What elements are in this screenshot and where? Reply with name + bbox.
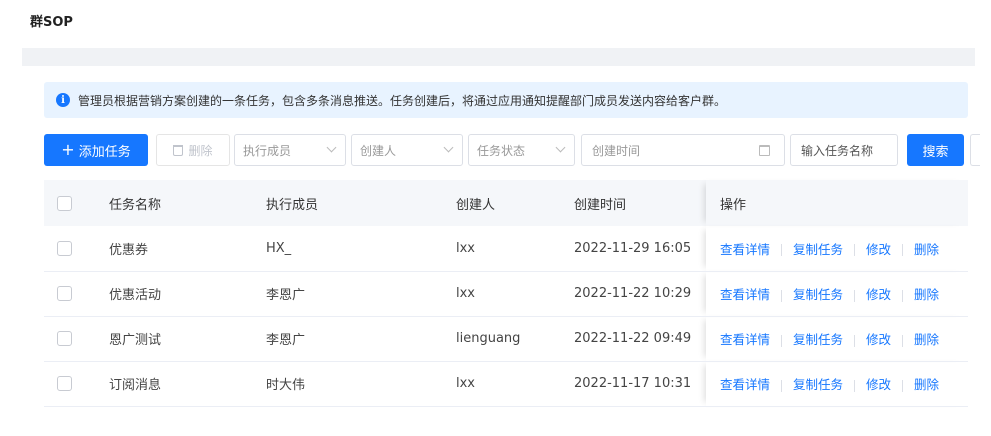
edit-link[interactable]: 修改 [866,242,891,257]
edit-link[interactable]: 修改 [866,377,891,392]
header-task-name: 任务名称 [109,197,162,213]
chevron-down-icon [326,142,337,153]
copy-task-link[interactable]: 复制任务 [793,332,843,347]
task-name-placeholder: 输入任务名称 [801,143,874,158]
delete-link[interactable]: 删除 [914,287,939,302]
created-time-cell: 2022-11-22 09:49 [574,331,692,346]
info-alert: i 管理员根据营销方案创建的一条任务，包含多条消息推送。任务创建后，将通过应用通… [44,82,968,118]
header-created-time: 创建时间 [574,197,627,213]
created-time-cell: 2022-11-17 10:31 [574,376,692,391]
toolbar: + 添加任务 删除 执行成员 创建人 任务状态 创建时间 输入任务名称 搜索 [44,134,991,166]
status-select-placeholder: 任务状态 [477,143,526,158]
alert-text: 管理员根据营销方案创建的一条任务，包含多条消息推送。任务创建后，将通过应用通知提… [78,93,727,108]
divider [902,289,904,302]
operations-cell: 查看详情 复制任务 修改 删除 [706,271,968,316]
header-operations: 操作 [706,180,968,226]
member-cell: HX_ [266,240,292,256]
table-row: 优惠券 HX_ lxx 2022-11-29 16:05 查看详情 复制任务 修改 删… [44,226,968,271]
view-details-link[interactable]: 查看详情 [720,332,770,347]
reset-button[interactable] [970,134,980,166]
copy-task-link[interactable]: 复制任务 [793,377,843,392]
date-placeholder: 创建时间 [592,143,641,158]
task-name-input[interactable]: 输入任务名称 [790,134,898,166]
view-details-link[interactable]: 查看详情 [720,377,770,392]
task-name-cell: 优惠活动 [109,288,162,303]
header-member: 执行成员 [266,197,319,213]
chevron-down-icon [443,142,454,153]
task-table: 任务名称 执行成员 创建人 创建时间 操作 优惠券 HX_ lxx 2022-1… [44,180,968,407]
delete-link[interactable]: 删除 [914,242,939,257]
delete-label: 删除 [188,143,213,158]
task-name-cell: 优惠券 [109,242,149,258]
creator-select-placeholder: 创建人 [360,143,397,158]
row-checkbox[interactable] [57,240,72,256]
divider [781,289,783,302]
status-select[interactable]: 任务状态 [468,134,575,166]
divider [781,379,783,392]
creator-cell: lienguang [456,331,521,346]
creator-cell: lxx [456,240,475,256]
task-name-cell: 订阅消息 [109,378,162,393]
add-task-button[interactable]: + 添加任务 [44,134,148,166]
divider [781,244,783,257]
select-all-checkbox[interactable] [57,195,72,211]
page-title: 群SOP [30,15,73,30]
member-cell: 李恩广 [266,288,306,303]
table-row: 订阅消息 时大伟 lxx 2022-11-17 10:31 查看详情 复制任务 修改… [44,361,968,406]
delete-button[interactable]: 删除 [156,134,230,166]
date-range-input[interactable]: 创建时间 [581,134,785,166]
divider [854,334,856,347]
view-details-link[interactable]: 查看详情 [720,287,770,302]
info-icon: i [56,93,70,107]
creator-cell: lxx [456,376,475,391]
divider [854,289,856,302]
operations-cell: 查看详情 复制任务 修改 删除 [706,361,968,406]
delete-link[interactable]: 删除 [914,332,939,347]
divider [902,379,904,392]
member-select-placeholder: 执行成员 [243,143,292,158]
trash-icon [173,144,184,156]
operations-cell: 查看详情 复制任务 修改 删除 [706,316,968,361]
task-name-cell: 恩广测试 [109,333,162,348]
created-time-cell: 2022-11-22 10:29 [574,286,692,301]
view-details-link[interactable]: 查看详情 [720,242,770,257]
member-cell: 李恩广 [266,333,306,348]
member-cell: 时大伟 [266,378,306,393]
divider [854,244,856,257]
copy-task-link[interactable]: 复制任务 [793,287,843,302]
divider [902,334,904,347]
edit-link[interactable]: 修改 [866,287,891,302]
divider [902,244,904,257]
delete-link[interactable]: 删除 [914,377,939,392]
edit-link[interactable]: 修改 [866,332,891,347]
member-select[interactable]: 执行成员 [234,134,346,166]
section-divider [22,48,975,66]
divider [781,334,783,347]
row-checkbox[interactable] [57,331,72,346]
divider [854,379,856,392]
add-task-label: 添加任务 [78,144,131,160]
created-time-cell: 2022-11-29 16:05 [574,240,692,256]
row-checkbox[interactable] [57,376,72,391]
row-checkbox[interactable] [57,286,72,301]
copy-task-link[interactable]: 复制任务 [793,242,843,257]
creator-cell: lxx [456,286,475,301]
table-row: 恩广测试 李恩广 lienguang 2022-11-22 09:49 查看详情… [44,316,968,361]
table-header-row: 任务名称 执行成员 创建人 创建时间 操作 [44,180,968,226]
creator-select[interactable]: 创建人 [351,134,463,166]
header-creator: 创建人 [456,197,496,213]
table-row: 优惠活动 李恩广 lxx 2022-11-22 10:29 查看详情 复制任务 修改… [44,271,968,316]
search-button[interactable]: 搜索 [907,134,964,166]
chevron-down-icon [555,142,566,153]
calendar-icon [759,145,770,156]
operations-cell: 查看详情 复制任务 修改 删除 [706,226,968,271]
plus-icon: + [61,140,75,159]
